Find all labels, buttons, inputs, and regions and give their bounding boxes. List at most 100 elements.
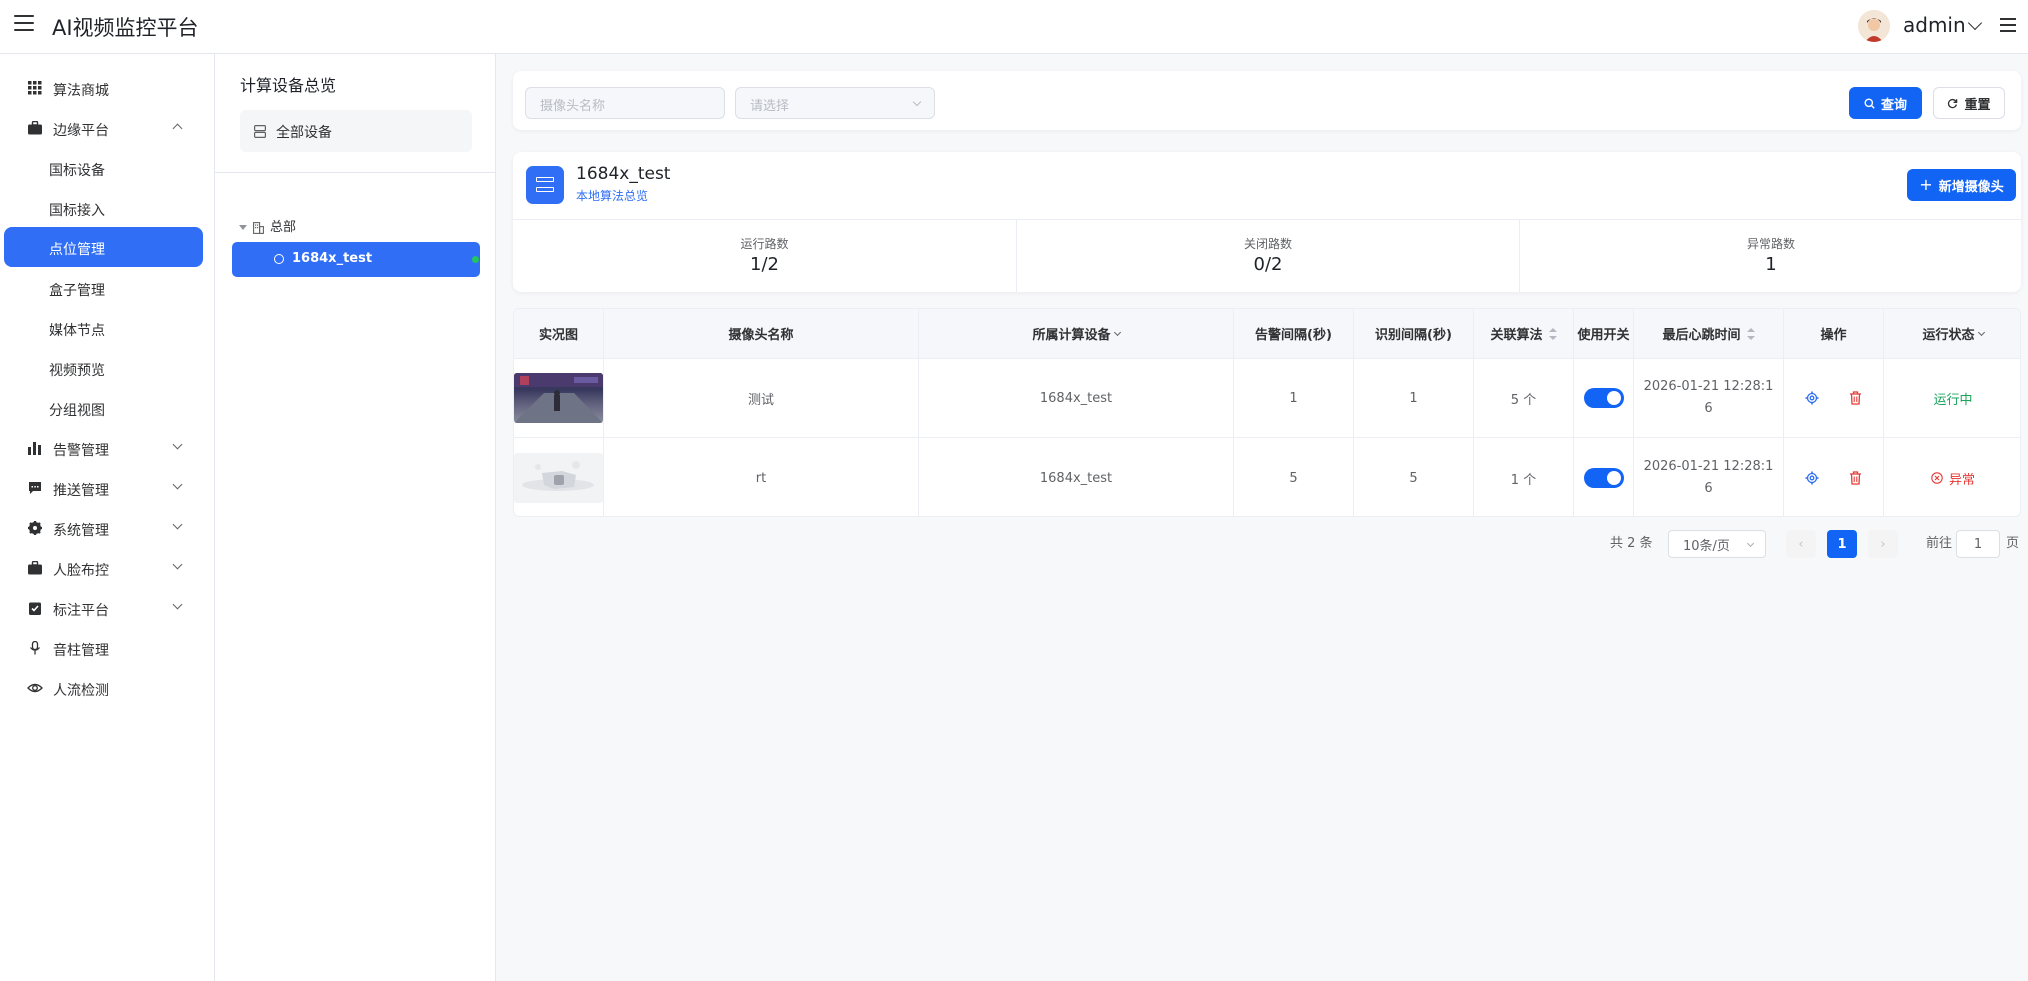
chevron-down-icon [172, 439, 183, 450]
tree-node-device[interactable]: 1684x_test [232, 242, 480, 277]
gear-icon [28, 521, 42, 535]
chevron-down-icon [172, 559, 183, 570]
add-camera-label: 新增摄像头 [1938, 179, 2004, 195]
header-device-label: 所属计算设备 [1032, 328, 1111, 343]
snapshot-image[interactable] [514, 373, 603, 423]
cell-status: 运行中 [1884, 359, 2020, 438]
cell-algorithms[interactable]: 5 个 [1474, 359, 1574, 438]
plus-icon: + [1919, 174, 1933, 194]
header-camera-name: 摄像头名称 [604, 309, 919, 359]
table-row [514, 359, 604, 438]
sidebar-item-push-management[interactable]: 推送管理 [4, 468, 203, 508]
snapshot-image[interactable] [514, 453, 603, 503]
goto-prefix: 前往 [1926, 536, 1953, 551]
page-size-select[interactable]: 10条/页 [1668, 530, 1766, 558]
use-switch-toggle[interactable] [1583, 388, 1624, 408]
sidebar-item-group-view[interactable]: 分组视图 [4, 388, 203, 428]
sidebar-item-box-management[interactable]: 盒子管理 [4, 268, 203, 308]
app-title: AI视频监控平台 [52, 16, 199, 40]
delete-icon[interactable] [1849, 391, 1862, 405]
delete-icon[interactable] [1849, 471, 1862, 485]
avatar[interactable] [1858, 10, 1890, 42]
sidebar-item-label: 算法商城 [53, 83, 109, 99]
settings-icon[interactable] [1805, 391, 1819, 405]
stat-running: 运行路数 1/2 [513, 220, 1016, 292]
chevron-down-icon [912, 97, 922, 107]
camera-name-input[interactable]: 摄像头名称 [525, 87, 725, 119]
settings-icon[interactable] [1805, 471, 1819, 485]
divider [215, 172, 496, 173]
sidebar-item-video-preview[interactable]: 视频预览 [4, 348, 203, 388]
pagination-total: 共 2 条 [1610, 536, 1653, 551]
next-page-button[interactable]: › [1868, 530, 1898, 558]
goto-page-input[interactable]: 1 [1956, 530, 2000, 558]
all-devices-item[interactable]: 全部设备 [240, 110, 472, 152]
sidebar-item-label: 系统管理 [53, 523, 109, 539]
clipboard-icon [29, 602, 41, 615]
header-alarm-interval: 告警间隔(秒) [1234, 309, 1354, 359]
sidebar-item-point-management[interactable]: 点位管理 [4, 227, 203, 267]
sidebar-item-label: 点位管理 [49, 242, 105, 258]
sidebar-item-speaker-management[interactable]: 音柱管理 [4, 628, 203, 668]
sidebar-item-label: 音柱管理 [53, 643, 109, 659]
sidebar-item-label: 国标接入 [49, 203, 105, 219]
cell-actions [1784, 359, 1884, 438]
device-select[interactable]: 请选择 [735, 87, 935, 119]
sidebar-item-gb-device[interactable]: 国标设备 [4, 148, 203, 188]
use-switch-toggle[interactable] [1583, 468, 1624, 488]
sidebar-item-label: 媒体节点 [49, 323, 105, 339]
header-algorithms[interactable]: 关联算法 [1474, 309, 1574, 359]
reset-button[interactable]: 重置 [1933, 87, 2005, 119]
message-icon [29, 482, 41, 494]
device-tree-panel: 计算设备总览 全部设备 总部 1684x_test [215, 54, 496, 981]
sort-icon[interactable] [1746, 327, 1755, 340]
prev-page-button[interactable]: ‹ [1786, 530, 1816, 558]
tree-root[interactable]: 总部 [239, 216, 296, 235]
cell-switch [1574, 438, 1634, 516]
search-icon [1864, 98, 1875, 109]
chevron-down-icon[interactable] [1967, 15, 1983, 31]
sidebar-item-annotation-platform[interactable]: 标注平台 [4, 588, 203, 628]
stat-label: 运行路数 [740, 237, 789, 251]
sort-icon[interactable] [1548, 327, 1557, 340]
header-snapshot: 实况图 [514, 309, 604, 359]
sidebar-item-crowd-detection[interactable]: 人流检测 [4, 668, 203, 708]
cell-camera-name: 测试 [604, 359, 919, 438]
camera-table: 实况图 摄像头名称 所属计算设备 告警间隔(秒) 识别间隔(秒) 关联算法 使用… [513, 308, 2021, 517]
cell-recog-interval: 1 [1354, 359, 1474, 438]
sidebar-item-label: 边缘平台 [53, 123, 109, 139]
sidebar-item-face-control[interactable]: 人脸布控 [4, 548, 203, 588]
cell-status: 异常 [1884, 438, 2020, 516]
current-page-button[interactable]: 1 [1827, 530, 1857, 558]
query-button[interactable]: 查询 [1849, 87, 1922, 119]
local-algo-overview-link[interactable]: 本地算法总览 [576, 187, 648, 204]
select-placeholder: 请选择 [750, 99, 790, 114]
cell-device: 1684x_test [919, 359, 1234, 438]
sidebar-item-alarm-management[interactable]: 告警管理 [4, 428, 203, 468]
header-actions: 操作 [1784, 309, 1884, 359]
header-heartbeat[interactable]: 最后心跳时间 [1634, 309, 1784, 359]
sidebar-item-system-management[interactable]: 系统管理 [4, 508, 203, 548]
header-device[interactable]: 所属计算设备 [919, 309, 1234, 359]
sidebar-item-algo-store[interactable]: 算法商城 [4, 68, 203, 108]
main-content: 摄像头名称 请选择 查询 重置 1684x_test 本地算法总览 + 新增摄像… [496, 54, 2028, 981]
add-camera-button[interactable]: + 新增摄像头 [1907, 169, 2016, 201]
header-heartbeat-label: 最后心跳时间 [1662, 328, 1741, 343]
refresh-icon [1948, 98, 1958, 108]
sidebar-item-label: 告警管理 [53, 443, 109, 459]
sidebar-item-edge-platform[interactable]: 边缘平台 [4, 108, 203, 148]
sidebar-item-label: 标注平台 [53, 603, 109, 619]
sidebar-item-gb-access[interactable]: 国标接入 [4, 188, 203, 228]
sidebar-item-label: 推送管理 [53, 483, 109, 499]
stat-closed: 关闭路数 0/2 [1016, 220, 1519, 292]
caret-down-icon[interactable] [239, 225, 247, 230]
cell-algorithms[interactable]: 1 个 [1474, 438, 1574, 516]
cell-device: 1684x_test [919, 438, 1234, 516]
search-bar: 摄像头名称 请选择 查询 重置 [513, 71, 2021, 130]
cell-alarm-interval: 1 [1234, 359, 1354, 438]
sidebar-item-media-node[interactable]: 媒体节点 [4, 308, 203, 348]
menu-toggle-icon[interactable] [14, 15, 34, 35]
more-menu-icon[interactable] [2000, 18, 2016, 36]
user-name[interactable]: admin [1903, 13, 1966, 37]
header-status[interactable]: 运行状态 [1884, 309, 2020, 359]
